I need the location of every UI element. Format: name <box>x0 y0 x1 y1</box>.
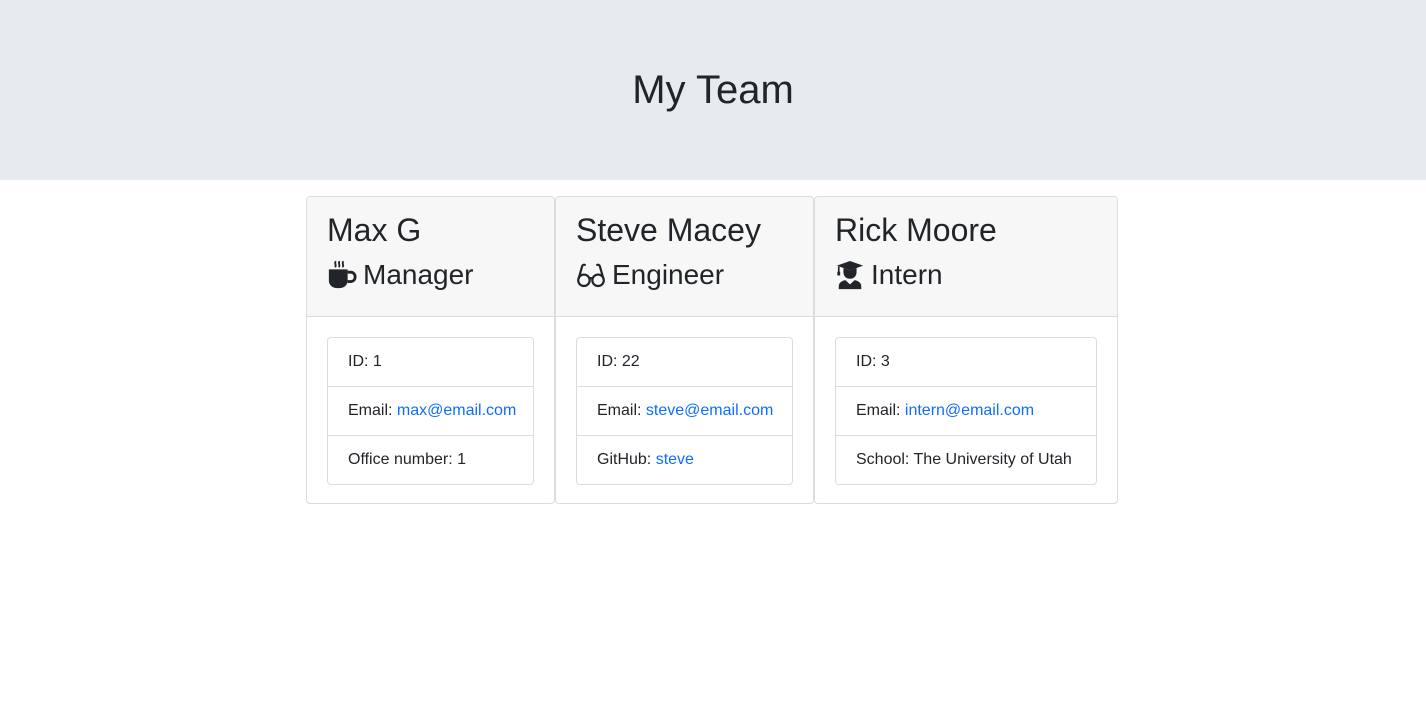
role-label: Manager <box>363 259 474 290</box>
id-label: ID: <box>348 353 369 370</box>
id-value: 22 <box>621 353 640 370</box>
employee-role: Intern <box>835 257 1097 293</box>
details-list: ID: 3 Email: intern@email.com School: Th… <box>835 337 1097 485</box>
id-value: 3 <box>880 353 890 370</box>
id-item: ID: 1 <box>328 338 533 387</box>
page-header: My Team <box>0 0 1426 180</box>
email-item: Email: max@email.com <box>328 387 533 436</box>
office-number-value: 1 <box>457 451 466 468</box>
school-value: The University of Utah <box>913 451 1072 468</box>
email-link[interactable]: steve@email.com <box>646 402 773 419</box>
id-value: 1 <box>372 353 382 370</box>
employee-name: Max G <box>327 212 422 248</box>
employee-role: Engineer <box>576 257 793 293</box>
employee-card-intern: Rick Moore Intern ID: 3 Email: intern@em… <box>814 196 1118 504</box>
office-number-label: Office number: <box>348 451 453 468</box>
github-link[interactable]: steve <box>656 451 694 468</box>
coffee-icon <box>328 260 357 289</box>
email-item: Email: steve@email.com <box>577 387 792 436</box>
id-label: ID: <box>597 353 618 370</box>
school-item: School: The University of Utah <box>836 436 1096 484</box>
github-label: GitHub: <box>597 451 652 468</box>
email-link[interactable]: intern@email.com <box>905 402 1034 419</box>
id-label: ID: <box>856 353 877 370</box>
page-title: My Team <box>632 68 794 112</box>
email-label: Email: <box>597 402 642 419</box>
id-item: ID: 22 <box>577 338 792 387</box>
employee-card-manager: Max G Manager ID: 1 Email: max@email.com… <box>306 196 555 504</box>
school-label: School: <box>856 451 910 468</box>
email-item: Email: intern@email.com <box>836 387 1096 436</box>
employee-role: Manager <box>327 257 534 293</box>
role-label: Engineer <box>612 259 725 290</box>
email-link[interactable]: max@email.com <box>397 402 516 419</box>
details-list: ID: 1 Email: max@email.com Office number… <box>327 337 534 485</box>
github-item: GitHub: steve <box>577 436 792 484</box>
office-number-item: Office number: 1 <box>328 436 533 484</box>
card-header: Steve Macey Engineer <box>556 197 813 317</box>
details-list: ID: 22 Email: steve@email.com GitHub: st… <box>576 337 793 485</box>
employee-card-engineer: Steve Macey Engineer ID: 22 Email: steve… <box>555 196 814 504</box>
card-body: ID: 22 Email: steve@email.com GitHub: st… <box>556 317 813 485</box>
card-body: ID: 1 Email: max@email.com Office number… <box>307 317 554 485</box>
email-label: Email: <box>856 402 901 419</box>
email-label: Email: <box>348 402 393 419</box>
employee-name: Steve Macey <box>576 212 761 248</box>
role-label: Intern <box>871 259 943 290</box>
card-header: Max G Manager <box>307 197 554 317</box>
card-header: Rick Moore Intern <box>815 197 1117 317</box>
employee-name: Rick Moore <box>835 212 997 248</box>
graduate-icon <box>836 260 864 290</box>
glasses-icon <box>577 263 605 288</box>
id-item: ID: 3 <box>836 338 1096 387</box>
card-body: ID: 3 Email: intern@email.com School: Th… <box>815 317 1117 485</box>
